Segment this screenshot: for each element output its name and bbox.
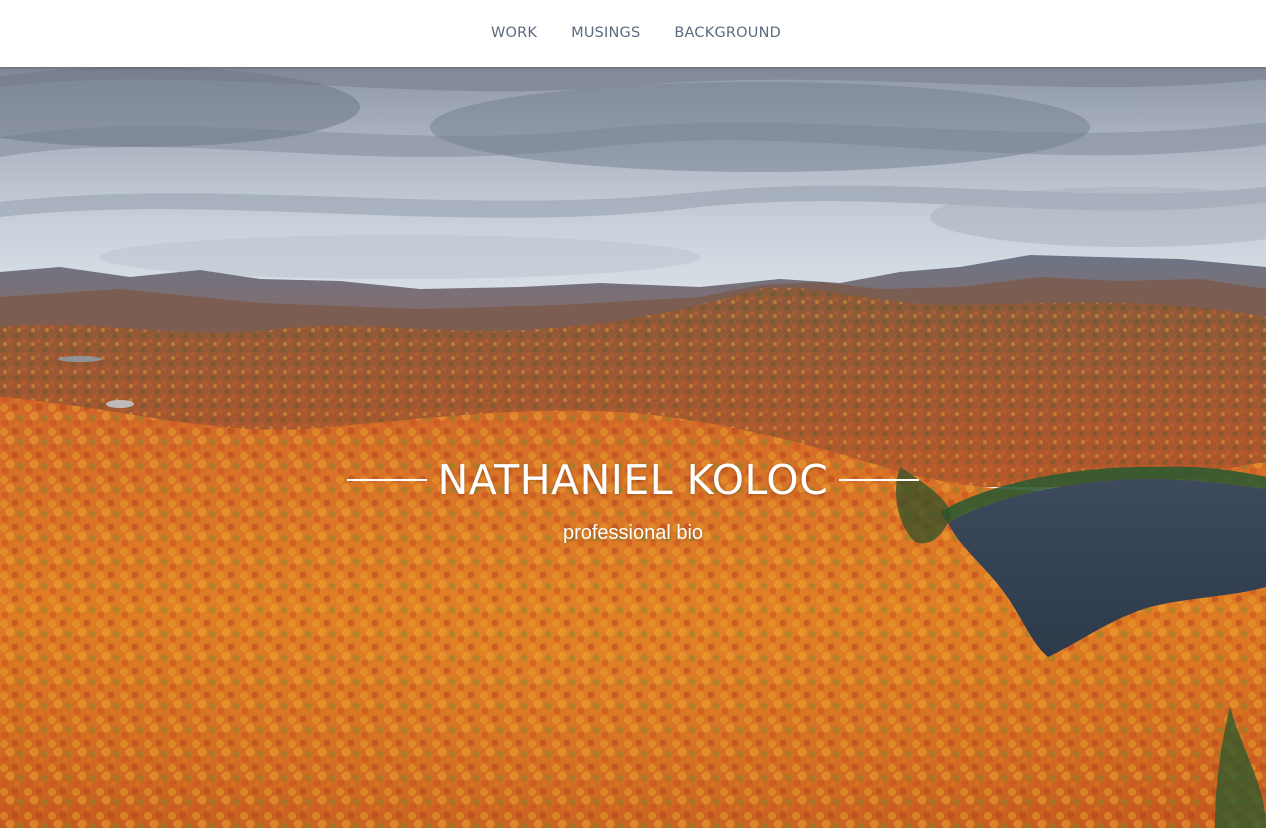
hero-title: NATHANIEL KOLOC bbox=[437, 456, 829, 504]
top-navigation-bar: WORK MUSINGS BACKGROUND bbox=[0, 0, 1266, 67]
nav-link-work[interactable]: WORK bbox=[491, 15, 537, 53]
title-right-divider bbox=[839, 479, 920, 481]
main-nav: WORK MUSINGS BACKGROUND bbox=[0, 0, 1266, 67]
hero-subtitle: professional bio bbox=[562, 522, 704, 544]
hero-section: NATHANIEL KOLOC professional bio bbox=[0, 67, 1266, 828]
title-left-divider bbox=[346, 479, 427, 481]
nav-link-background[interactable]: BACKGROUND bbox=[674, 15, 781, 53]
nav-link-musings[interactable]: MUSINGS bbox=[571, 15, 640, 53]
hero-title-row: NATHANIEL KOLOC bbox=[0, 455, 1266, 505]
hero-background-image bbox=[0, 67, 1266, 828]
